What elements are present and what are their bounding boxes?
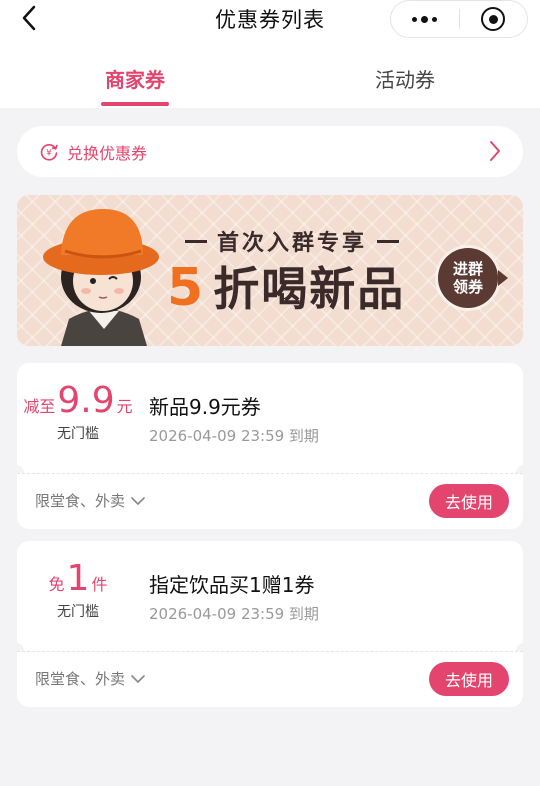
coupon-expiry: 2026-04-09 23:59 到期 [149, 605, 319, 623]
badge-arrow-icon [498, 270, 508, 286]
badge-line-1: 进群 [452, 260, 483, 278]
coupon-card-footer: 限堂食、外卖 去使用 [17, 651, 523, 707]
coupon-amount: 免 1 件 无门槛 [17, 559, 139, 621]
coupon-threshold: 无门槛 [57, 604, 99, 620]
mascot-illustration [43, 209, 159, 346]
tab-activity-coupons[interactable]: 活动券 [305, 64, 505, 93]
coupon-scope-text: 限堂食、外卖 [35, 670, 126, 688]
amount-value: 1 [66, 558, 90, 599]
coupon-tabs: 商家券 活动券 [0, 60, 540, 108]
amount-value: 9.9 [57, 380, 115, 421]
more-menu-button[interactable] [391, 1, 459, 37]
chevron-right-icon [490, 141, 500, 161]
coupon-scope-toggle[interactable]: 限堂食、外卖 [35, 490, 145, 511]
coupon-scope-toggle[interactable]: 限堂食、外卖 [35, 668, 145, 689]
amount-suffix: 件 [91, 575, 108, 594]
close-mini-program-button[interactable] [460, 1, 528, 37]
amount-suffix: 元 [116, 397, 133, 416]
tab-merchant-coupons[interactable]: 商家券 [35, 64, 235, 93]
top-bar: 优惠券列表 商家券 活动券 [0, 0, 540, 108]
amount-prefix: 减至 [23, 397, 56, 416]
svg-text:¥: ¥ [46, 148, 52, 158]
group-promo-banner[interactable]: 首次入群专享 5 折喝新品 进群 领券 [17, 195, 523, 346]
badge-line-2: 领券 [452, 278, 483, 296]
more-dots-icon [412, 15, 438, 23]
active-tab-indicator [101, 102, 169, 106]
banner-main-text: 5 折喝新品 [167, 253, 405, 319]
coupon-name: 新品9.9元券 [149, 395, 261, 419]
use-coupon-button[interactable]: 去使用 [429, 662, 509, 696]
coupon-amount: 减至 9.9 元 无门槛 [17, 381, 139, 443]
chevron-down-icon [131, 496, 145, 505]
headline-dash-left [185, 239, 207, 243]
coupon-exchange-icon: ¥ [40, 143, 58, 161]
coupon-card-footer: 限堂食、外卖 去使用 [17, 473, 523, 529]
redeem-coupon-row[interactable]: ¥ 兑换优惠券 [17, 126, 523, 177]
coupon-threshold: 无门槛 [57, 426, 99, 442]
use-coupon-button[interactable]: 去使用 [429, 484, 509, 518]
coupon-card-main: 减至 9.9 元 无门槛 新品9.9元券 2026-04-09 23:59 到期 [17, 363, 523, 473]
banner-main-label: 折喝新品 [213, 262, 406, 316]
record-target-icon [481, 7, 506, 31]
coupon-card-main: 免 1 件 无门槛 指定饮品买1赠1券 2026-04-09 23:59 到期 [17, 541, 523, 651]
coupon-name: 指定饮品买1赠1券 [149, 573, 315, 597]
coupon-amount-line: 免 1 件 [17, 559, 139, 599]
headline-dash-right [377, 239, 400, 243]
coupon-card: 减至 9.9 元 无门槛 新品9.9元券 2026-04-09 23:59 到期… [10, 363, 530, 529]
coupon-amount-line: 减至 9.9 元 [17, 381, 139, 421]
chevron-down-icon [131, 674, 145, 683]
amount-prefix: 免 [48, 575, 65, 594]
coupon-expiry: 2026-04-09 23:59 到期 [149, 427, 319, 445]
join-group-button[interactable]: 进群 领券 [438, 248, 508, 308]
redeem-coupon-label: 兑换优惠券 [67, 143, 148, 163]
coupon-card: 免 1 件 无门槛 指定饮品买1赠1券 2026-04-09 23:59 到期 … [10, 541, 530, 707]
coupon-scope-text: 限堂食、外卖 [35, 492, 126, 510]
mini-program-capsule [390, 0, 528, 38]
banner-discount-number: 5 [167, 258, 206, 318]
